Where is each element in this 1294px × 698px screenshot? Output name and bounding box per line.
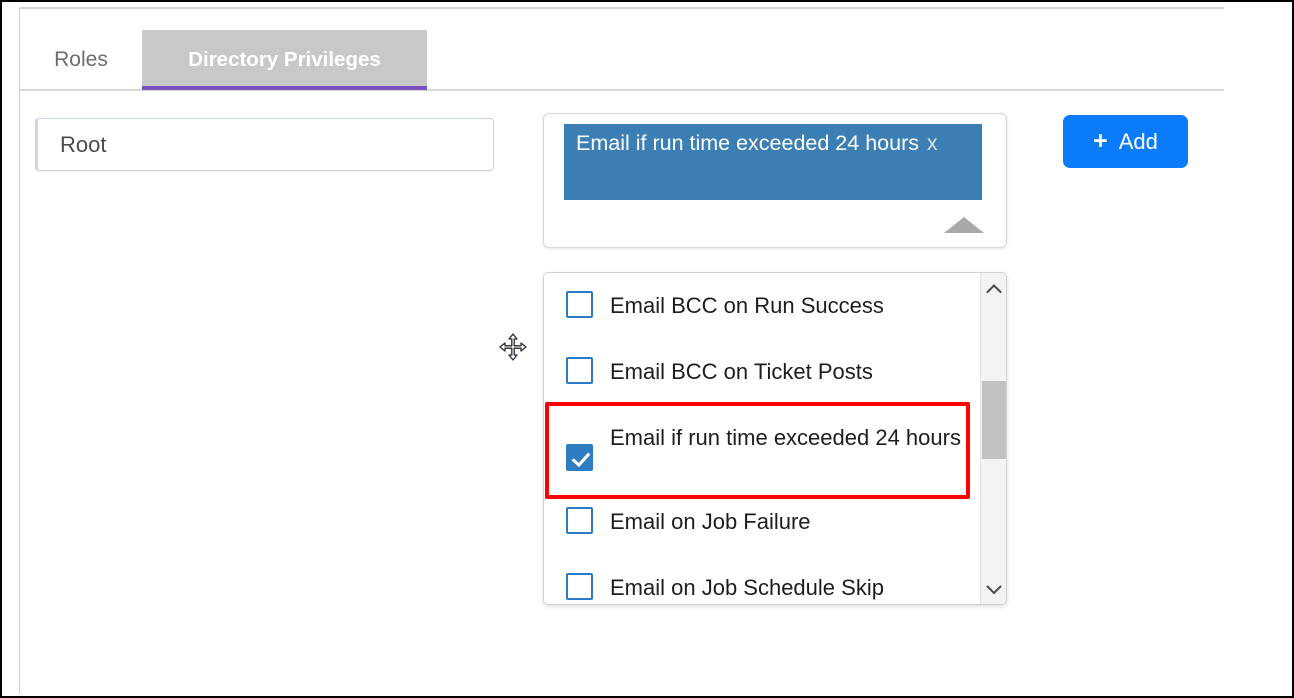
- option-label: Email on Job Schedule Skip: [610, 575, 884, 600]
- remove-chip-icon[interactable]: x: [919, 132, 938, 155]
- privileges-multiselect[interactable]: Email if run time exceeded 24 hours x: [543, 113, 1007, 248]
- tab-roles[interactable]: Roles: [20, 30, 142, 89]
- add-button[interactable]: + Add: [1063, 115, 1188, 168]
- root-directory-value: Root: [60, 131, 107, 157]
- privileges-dropdown: Email BCC on Run Success Email BCC on Ti…: [543, 272, 1007, 605]
- page-frame: Roles Directory Privileges Root Email if…: [0, 0, 1294, 698]
- chevron-up-icon[interactable]: [981, 275, 1006, 301]
- root-directory-field[interactable]: Root: [35, 118, 494, 171]
- list-item[interactable]: Email if run time exceeded 24 hours: [544, 405, 981, 489]
- checkbox-unchecked-icon[interactable]: [566, 573, 593, 600]
- chevron-down-icon[interactable]: [981, 576, 1006, 602]
- active-tab-indicator: [142, 86, 427, 90]
- top-divider: [20, 7, 1224, 9]
- option-label: Email BCC on Run Success: [610, 293, 884, 318]
- list-item[interactable]: Email on Job Failure: [544, 489, 981, 555]
- list-item[interactable]: Email BCC on Run Success: [544, 273, 981, 339]
- list-item[interactable]: Email BCC on Ticket Posts: [544, 339, 981, 405]
- scrollbar-thumb[interactable]: [982, 381, 1006, 459]
- tab-bar: Roles Directory Privileges: [20, 16, 1224, 91]
- caret-up-icon[interactable]: [944, 217, 984, 233]
- checkbox-unchecked-icon[interactable]: [566, 357, 593, 384]
- add-button-label: Add: [1118, 128, 1158, 154]
- selected-privilege-chip[interactable]: Email if run time exceeded 24 hours x: [564, 124, 982, 200]
- list-item[interactable]: Email on Job Schedule Skip: [544, 555, 981, 604]
- checkbox-unchecked-icon[interactable]: [566, 291, 593, 318]
- privileges-option-list: Email BCC on Run Success Email BCC on Ti…: [544, 273, 981, 604]
- tab-directory-privileges-label: Directory Privileges: [188, 47, 381, 71]
- plus-icon: +: [1093, 127, 1108, 155]
- tab-directory-privileges[interactable]: Directory Privileges: [142, 30, 427, 89]
- dropdown-scrollbar[interactable]: [980, 273, 1006, 604]
- checkbox-unchecked-icon[interactable]: [566, 507, 593, 534]
- checkbox-checked-icon[interactable]: [566, 444, 593, 471]
- option-label: Email BCC on Ticket Posts: [610, 359, 873, 384]
- option-label: Email on Job Failure: [610, 509, 811, 534]
- tab-roles-label: Roles: [54, 47, 108, 71]
- content-area: Root Email if run time exceeded 24 hours…: [20, 92, 1224, 688]
- selected-privilege-label: Email if run time exceeded 24 hours: [576, 131, 919, 155]
- option-label: Email if run time exceeded 24 hours: [610, 425, 961, 450]
